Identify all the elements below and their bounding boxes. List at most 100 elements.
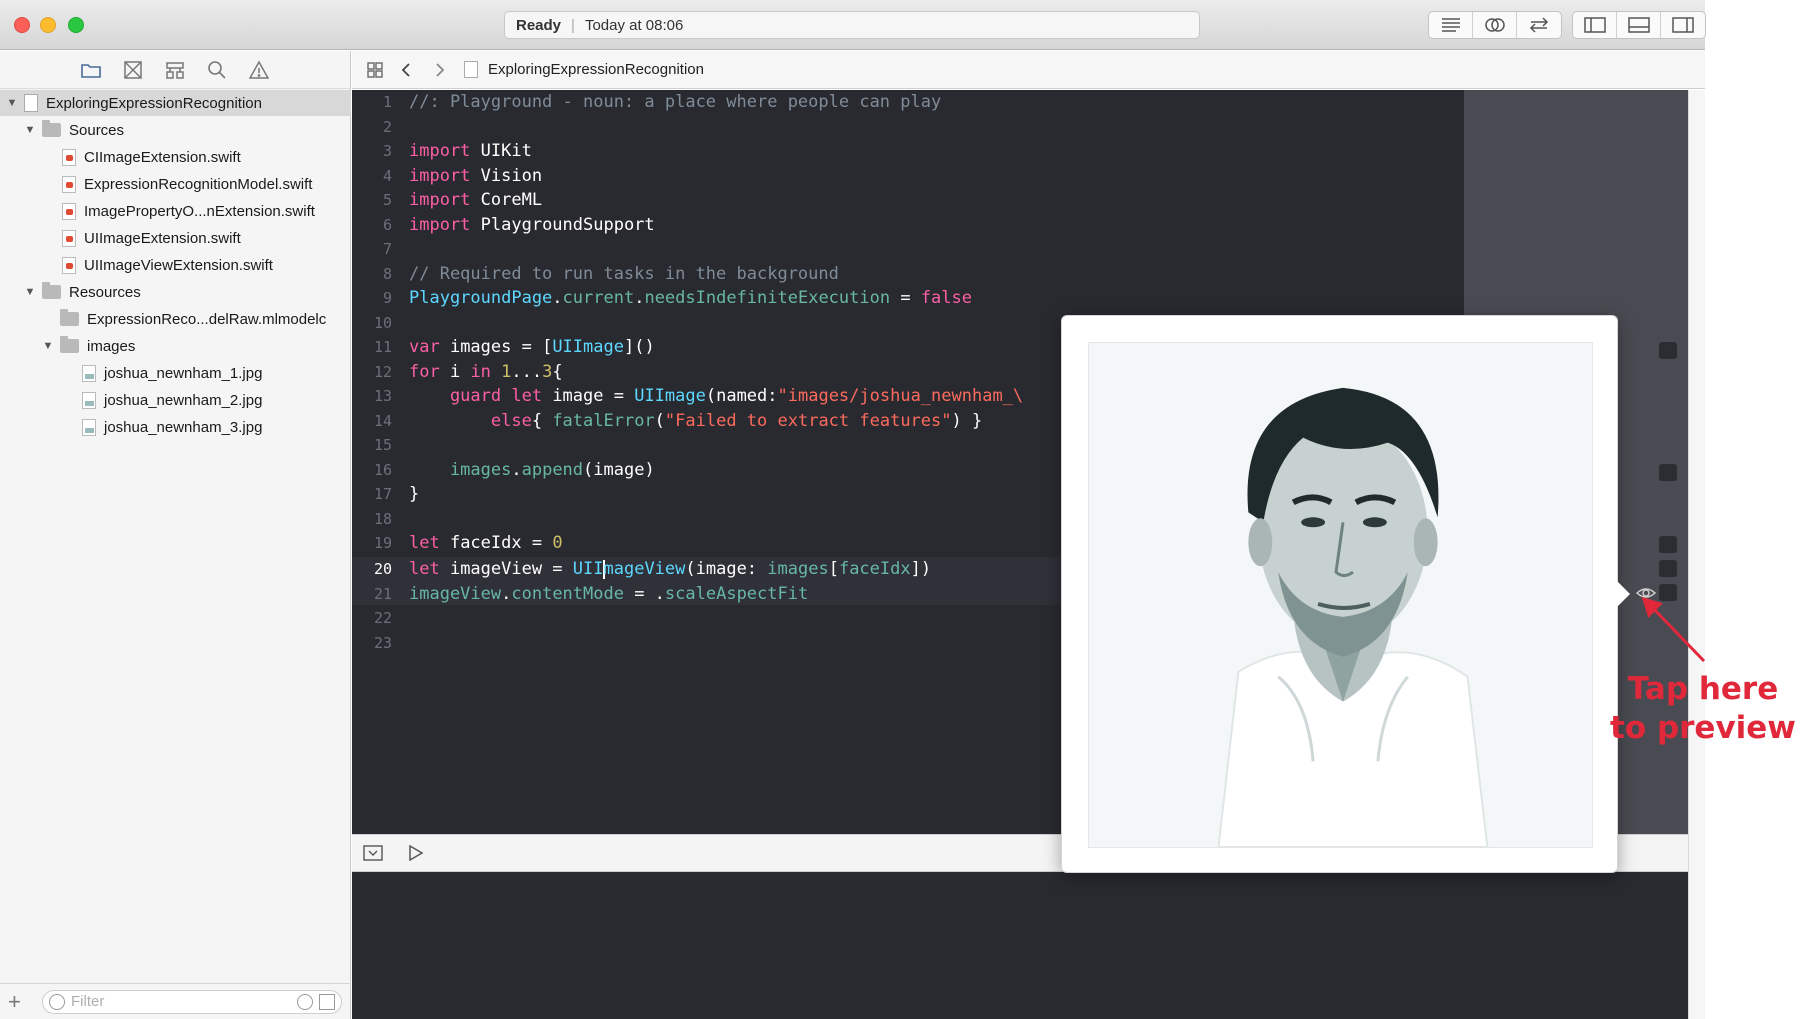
popover-arrow xyxy=(1616,580,1630,608)
disclosure-triangle-icon[interactable]: ▼ xyxy=(24,286,36,298)
code-text: ]() xyxy=(623,337,655,358)
line-number: 8 xyxy=(382,264,392,283)
tree-item-label: joshua_newnham_1.jpg xyxy=(104,364,263,382)
editor-mode-group xyxy=(1428,11,1562,39)
minimize-window-button[interactable] xyxy=(40,17,56,33)
result-toggle-button[interactable] xyxy=(1659,536,1677,553)
toggle-utilities-button[interactable] xyxy=(1661,12,1705,38)
source-control-icon xyxy=(124,60,142,79)
code-text: = . xyxy=(623,583,665,604)
run-playground-icon[interactable] xyxy=(404,843,426,863)
disclosure-triangle-icon[interactable]: ▼ xyxy=(24,124,36,136)
code-keyword: import xyxy=(409,165,471,186)
code-line: 12 for i in 1...3{ xyxy=(352,360,563,385)
code-variable: images xyxy=(409,459,512,480)
hide-debug-area-icon[interactable] xyxy=(362,843,384,863)
code-comment: //: Playground - noun: a place where peo… xyxy=(409,92,942,113)
quick-look-popover xyxy=(1061,315,1618,873)
chevron-right-icon xyxy=(436,62,445,77)
code-line: 18 xyxy=(352,507,409,532)
forward-button[interactable] xyxy=(426,59,452,81)
back-button[interactable] xyxy=(394,59,420,81)
navigator-selector-bar xyxy=(0,51,350,89)
group-folder-icon xyxy=(60,336,79,353)
code-keyword: guard xyxy=(409,386,502,407)
tree-item-label: UIImageExtension.swift xyxy=(84,229,241,247)
disclosure-triangle-icon[interactable]: ▼ xyxy=(6,97,18,109)
debug-console[interactable] xyxy=(352,872,1688,1019)
disclosure-triangle-icon[interactable]: ▼ xyxy=(42,340,54,352)
code-module: Vision xyxy=(470,165,543,186)
code-text: . xyxy=(511,459,522,480)
code-line: 9 PlaygroundPage.current.needsIndefinite… xyxy=(352,286,972,311)
code-text: i xyxy=(439,361,471,382)
line-number: 5 xyxy=(382,191,392,210)
tree-item-source-file[interactable]: ExpressionRecognitionModel.swift xyxy=(0,171,312,197)
code-string: "images/joshua_newnham_\ xyxy=(777,386,1024,407)
related-items-button[interactable] xyxy=(362,59,388,81)
tree-item-source-file[interactable]: UIImageExtension.swift xyxy=(0,225,241,251)
code-module: UIKit xyxy=(470,141,532,162)
chevron-left-icon xyxy=(401,62,410,77)
recent-files-icon[interactable] xyxy=(297,993,313,1010)
code-keyword: let xyxy=(409,559,440,580)
line-number: 14 xyxy=(373,411,392,430)
code-line: 10 xyxy=(352,311,409,336)
tree-item-source-file[interactable]: CIImageExtension.swift xyxy=(0,144,241,170)
code-text: ... xyxy=(511,361,543,382)
code-comment: // Required to run tasks in the backgrou… xyxy=(409,263,839,284)
code-text: ]) xyxy=(910,559,932,580)
code-line: 2 xyxy=(352,115,409,140)
line-number: 16 xyxy=(373,460,392,479)
tree-item-image-file[interactable]: joshua_newnham_2.jpg xyxy=(0,387,262,413)
code-line: 4 import Vision xyxy=(352,164,542,189)
code-text: faceIdx = xyxy=(439,533,553,554)
navigator-footer: + Filter xyxy=(0,983,351,1019)
zoom-window-button[interactable] xyxy=(68,17,84,33)
code-text: } xyxy=(409,484,420,505)
tree-item-label: joshua_newnham_3.jpg xyxy=(104,418,263,436)
source-control-filter-icon[interactable] xyxy=(319,993,335,1010)
issue-navigator-tab[interactable] xyxy=(246,59,272,81)
line-number: 22 xyxy=(373,609,392,628)
editor-jump-bar: ExploringExpressionRecognition xyxy=(352,51,1705,89)
assistant-editor-button[interactable] xyxy=(1473,12,1517,38)
find-navigator-tab[interactable] xyxy=(204,59,230,81)
tree-group-images[interactable]: ▼ images xyxy=(0,333,135,359)
tree-item-image-file[interactable]: joshua_newnham_3.jpg xyxy=(0,414,262,440)
tree-item-image-file[interactable]: joshua_newnham_1.jpg xyxy=(0,360,262,386)
standard-editor-button[interactable] xyxy=(1429,12,1473,38)
result-toggle-button[interactable] xyxy=(1659,342,1677,359)
line-number: 6 xyxy=(382,215,392,234)
tree-item-model-file[interactable]: ExpressionReco...delRaw.mlmodelc xyxy=(0,306,326,332)
symbol-navigator-tab[interactable] xyxy=(162,59,188,81)
code-line: 19 let faceIdx = 0 xyxy=(352,531,563,556)
tree-item-label: ExpressionRecognitionModel.swift xyxy=(84,175,313,193)
tree-item-project[interactable]: ▼ ExploringExpressionRecognition xyxy=(0,90,351,116)
tree-group-resources[interactable]: ▼ Resources xyxy=(0,279,141,305)
tree-item-label: ImagePropertyO...nExtension.swift xyxy=(84,202,315,220)
navigator-filter-field[interactable]: Filter xyxy=(42,989,342,1014)
tree-item-label: ExpressionReco...delRaw.mlmodelc xyxy=(87,310,327,328)
tree-item-label: CIImageExtension.swift xyxy=(84,148,241,166)
jumpbar-file-name[interactable]: ExploringExpressionRecognition xyxy=(488,61,704,78)
line-number: 12 xyxy=(373,362,392,381)
playground-file-icon xyxy=(464,61,478,78)
result-toggle-button[interactable] xyxy=(1659,560,1677,577)
tree-group-sources[interactable]: ▼ Sources xyxy=(0,117,124,143)
tree-item-source-file[interactable]: ImagePropertyO...nExtension.swift xyxy=(0,198,315,224)
code-line: 14 else{ fatalError("Failed to extract f… xyxy=(352,409,982,434)
line-number: 17 xyxy=(373,485,392,504)
toggle-debug-area-button[interactable] xyxy=(1617,12,1661,38)
close-window-button[interactable] xyxy=(14,17,30,33)
add-file-button[interactable]: + xyxy=(8,989,30,1015)
result-toggle-button[interactable] xyxy=(1659,464,1677,481)
tree-item-source-file[interactable]: UIImageViewExtension.swift xyxy=(0,252,273,278)
toggle-navigator-button[interactable] xyxy=(1573,12,1617,38)
code-line: 21 imageView.contentMode = .scaleAspectF… xyxy=(352,582,808,607)
code-type: UIImage xyxy=(634,386,706,407)
project-navigator-tab[interactable] xyxy=(78,59,104,81)
preview-image xyxy=(1088,342,1593,848)
version-editor-button[interactable] xyxy=(1517,12,1561,38)
source-control-navigator-tab[interactable] xyxy=(120,59,146,81)
